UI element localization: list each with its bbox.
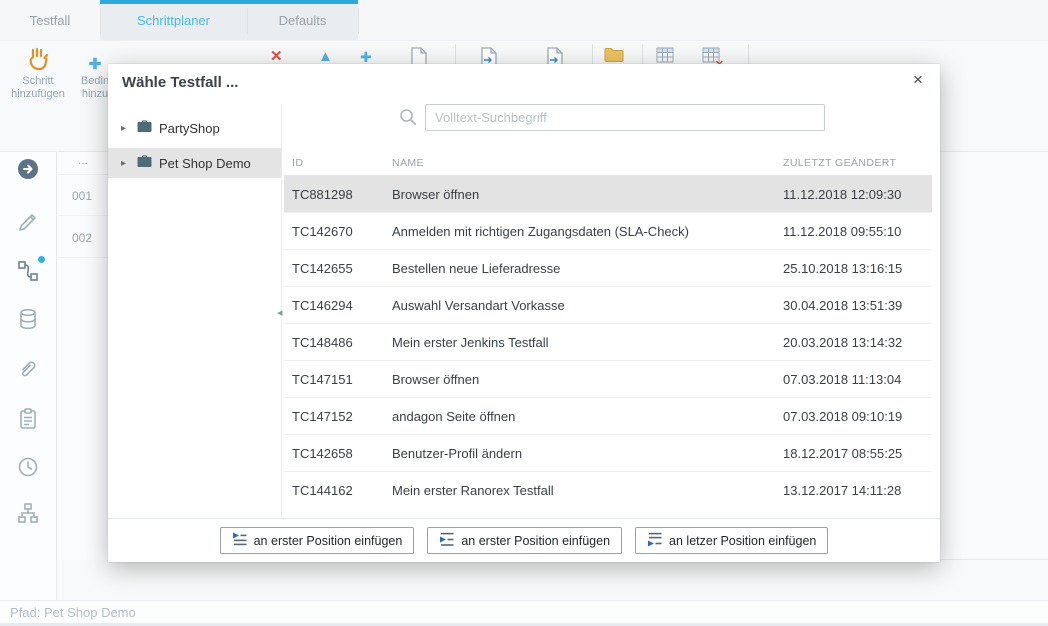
cell-id: TC144162 [292, 483, 392, 498]
table-row[interactable]: TC147152 andagon Seite öffnen 07.03.2018… [284, 398, 932, 435]
table-row[interactable]: TC144162 Mein erster Ranorex Testfall 13… [284, 472, 932, 497]
close-icon[interactable]: × [908, 70, 928, 90]
column-header-modified[interactable]: ZULETZT GEÄNDERT [783, 157, 932, 169]
left-sidebar [0, 151, 57, 600]
project-tree: ▸ PartyShop ▸ Pet Shop Demo [108, 104, 282, 518]
cell-id: TC146294 [292, 298, 392, 313]
cell-modified: 25.10.2018 13:16:15 [783, 261, 932, 276]
cell-name: Auswahl Versandart Vorkasse [392, 298, 783, 313]
cell-id: TC142670 [292, 224, 392, 239]
tab-bar: Testfall Schrittplaner Defaults [0, 0, 1048, 41]
cell-name: Browser öffnen [392, 187, 783, 202]
database-icon[interactable] [16, 307, 40, 331]
cell-name: Mein erster Jenkins Testfall [392, 335, 783, 350]
insert-first-icon [232, 532, 247, 550]
edit-pencil-icon[interactable] [16, 210, 40, 234]
cell-name: Mein erster Ranorex Testfall [392, 483, 783, 498]
button-label: an erster Position einfügen [461, 534, 610, 548]
table-row[interactable]: TC881298 Browser öffnen 11.12.2018 12:09… [284, 176, 932, 213]
run-arrow-icon[interactable] [16, 157, 40, 181]
attachment-paperclip-icon[interactable] [16, 357, 40, 381]
column-header-name[interactable]: NAME [392, 157, 783, 169]
dialog-title: Wähle Testfall ... [122, 74, 238, 91]
tree-item-label: Pet Shop Demo [159, 156, 251, 171]
cell-name: Browser öffnen [392, 372, 783, 387]
table-row[interactable]: TC142658 Benutzer-Profil ändern 18.12.20… [284, 435, 932, 472]
tab-separator [358, 8, 359, 34]
chevron-right-icon[interactable]: ▸ [121, 123, 130, 134]
tab-separator [247, 8, 248, 34]
app-window: Testfall Schrittplaner Defaults Schritt … [0, 0, 1048, 626]
cell-modified: 11.12.2018 09:55:10 [783, 224, 932, 239]
tree-item-pet-shop-demo[interactable]: ▸ Pet Shop Demo [108, 148, 281, 178]
table-row[interactable]: TC146294 Auswahl Versandart Vorkasse 30.… [284, 287, 932, 324]
table-row[interactable]: TC142655 Bestellen neue Lieferadresse 25… [284, 250, 932, 287]
table-row[interactable]: TC148486 Mein erster Jenkins Testfall 20… [284, 324, 932, 361]
testcase-table: ID NAME ZULETZT GEÄNDERT TC881298 Browse… [284, 150, 932, 497]
add-step-button[interactable]: Schritt hinzufügen [6, 44, 70, 101]
table-row[interactable]: TC142670 Anmelden mit richtigen Zugangsd… [284, 213, 932, 250]
tab-separator [100, 8, 101, 34]
cell-id: TC147151 [292, 372, 392, 387]
insert-at-first-position-button-2[interactable]: an erster Position einfügen [427, 527, 622, 554]
cell-modified: 20.03.2018 13:14:32 [783, 335, 932, 350]
insert-before-icon [439, 532, 454, 550]
tab-defaults[interactable]: Defaults [247, 0, 358, 40]
status-bar: Pfad: Pet Shop Demo [0, 600, 1048, 623]
chevron-right-icon[interactable]: ▸ [121, 158, 130, 169]
tab-schrittplaner[interactable]: Schrittplaner [100, 0, 247, 40]
step-list-header: ... [78, 153, 88, 167]
tree-item-label: PartyShop [159, 121, 220, 136]
briefcase-icon [137, 120, 152, 136]
cell-modified: 11.12.2018 12:09:30 [783, 187, 932, 202]
cell-id: TC147152 [292, 409, 392, 424]
step-planner-icon[interactable] [16, 259, 40, 283]
button-label: an letzer Position einfügen [669, 534, 816, 548]
notification-dot [38, 256, 45, 263]
cell-modified: 07.03.2018 09:10:19 [783, 409, 932, 424]
column-header-id[interactable]: ID [292, 157, 392, 169]
tab-testfall[interactable]: Testfall [0, 0, 100, 40]
step-number: 002 [72, 231, 92, 245]
cell-name: Bestellen neue Lieferadresse [392, 261, 783, 276]
insert-at-last-position-button[interactable]: an letzer Position einfügen [635, 527, 828, 554]
cell-modified: 13.12.2017 14:11:28 [783, 483, 932, 498]
cell-modified: 07.03.2018 11:13:04 [783, 372, 932, 387]
step-number: 001 [72, 189, 92, 203]
cell-id: TC148486 [292, 335, 392, 350]
panel-collapse-icon[interactable]: ◂ [277, 306, 283, 319]
table-header: ID NAME ZULETZT GEÄNDERT [284, 150, 932, 176]
table-row[interactable]: TC147151 Browser öffnen 07.03.2018 11:13… [284, 361, 932, 398]
cell-id: TC881298 [292, 187, 392, 202]
add-step-label-line1: Schritt [6, 75, 70, 88]
sitemap-hierarchy-icon[interactable] [16, 501, 40, 525]
dialog-footer: an erster Position einfügen an erster Po… [108, 518, 940, 562]
cell-modified: 18.12.2017 08:55:25 [783, 446, 932, 461]
search-icon [398, 107, 418, 132]
fulltext-search-input[interactable] [425, 104, 825, 131]
add-step-hand-icon [6, 44, 70, 71]
briefcase-icon [137, 155, 152, 171]
tree-item-partyshop[interactable]: ▸ PartyShop [108, 113, 281, 143]
button-label: an erster Position einfügen [254, 534, 403, 548]
cell-name: andagon Seite öffnen [392, 409, 783, 424]
history-clock-icon[interactable] [16, 455, 40, 479]
insert-last-icon [647, 532, 662, 550]
clipboard-checklist-icon[interactable] [16, 407, 40, 431]
cell-id: TC142655 [292, 261, 392, 276]
cell-name: Anmelden mit richtigen Zugangsdaten (SLA… [392, 224, 783, 239]
add-step-label-line2: hinzufügen [6, 88, 70, 101]
cell-id: TC142658 [292, 446, 392, 461]
cell-modified: 30.04.2018 13:51:39 [783, 298, 932, 313]
cell-name: Benutzer-Profil ändern [392, 446, 783, 461]
path-label: Pfad: Pet Shop Demo [10, 605, 136, 620]
choose-testcase-dialog: Wähle Testfall ... × ▸ PartyShop ▸ Pet S… [108, 64, 940, 562]
insert-at-first-position-button[interactable]: an erster Position einfügen [220, 527, 415, 554]
